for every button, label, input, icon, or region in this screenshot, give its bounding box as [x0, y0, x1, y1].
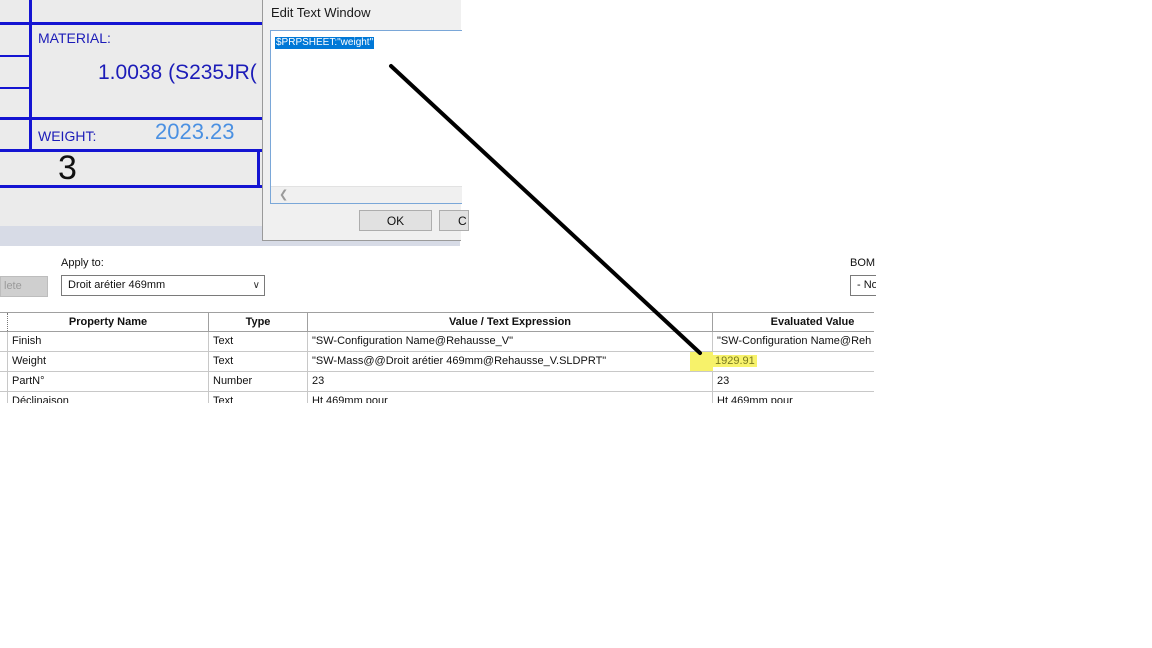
annotation-line [389, 64, 702, 355]
annotation-arrow-line [389, 64, 702, 355]
